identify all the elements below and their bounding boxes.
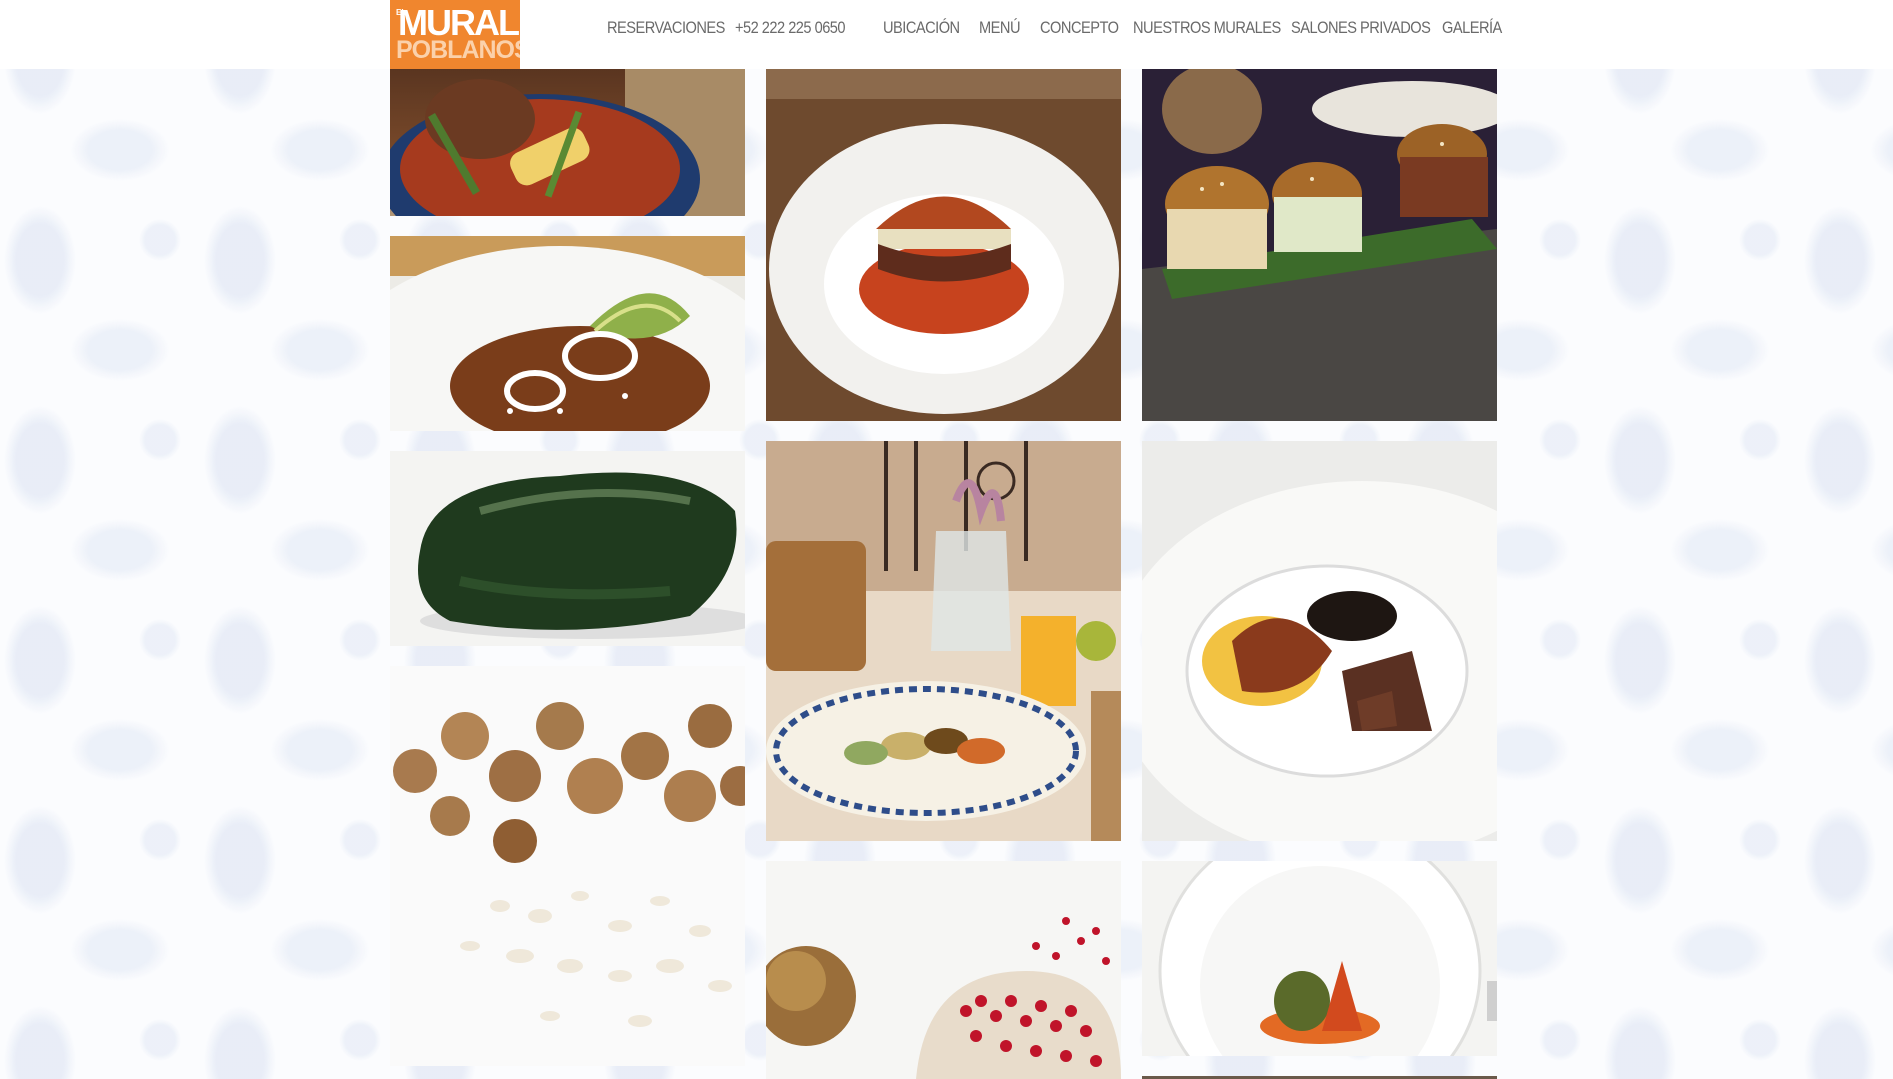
site-header: EL MURAL POBLANOS RESERVACIONES +52 222 … bbox=[0, 0, 1893, 69]
nav-salones-privados[interactable]: SALONES PRIVADOS bbox=[1291, 18, 1431, 38]
gallery-photo-walnuts[interactable] bbox=[390, 666, 745, 1066]
nav-ubicacion[interactable]: UBICACIÓN bbox=[883, 18, 960, 38]
gallery-photo-pambazo[interactable] bbox=[766, 69, 1121, 421]
nav-concepto[interactable]: CONCEPTO bbox=[1040, 18, 1119, 38]
photo-art bbox=[393, 702, 745, 1027]
gallery-photo-chilaquiles[interactable] bbox=[390, 236, 745, 431]
gallery-photo-stuffed-dish[interactable] bbox=[1142, 861, 1497, 1056]
nav-menu[interactable]: MENÚ bbox=[979, 18, 1020, 38]
gallery-photo-pomegranate[interactable] bbox=[766, 861, 1121, 1079]
nav-reservaciones[interactable]: RESERVACIONES bbox=[607, 18, 725, 38]
gallery-photo-mole-stew[interactable] bbox=[390, 69, 745, 216]
photo-art bbox=[1158, 861, 1497, 1056]
main-nav: RESERVACIONES +52 222 225 0650 UBICACIÓN… bbox=[0, 18, 1893, 44]
gallery-photo-sliders[interactable] bbox=[1142, 69, 1497, 421]
nav-phone[interactable]: +52 222 225 0650 bbox=[735, 18, 846, 38]
photo-art bbox=[390, 69, 745, 216]
nav-nuestros-murales[interactable]: NUESTROS MURALES bbox=[1133, 18, 1281, 38]
gallery-photo-eggs-beans[interactable] bbox=[1142, 441, 1497, 841]
gallery-photo-poblano-pepper[interactable] bbox=[390, 451, 745, 646]
photo-art bbox=[390, 236, 745, 431]
gallery-photo-breakfast-table[interactable] bbox=[766, 441, 1121, 841]
photo-art bbox=[766, 441, 1121, 841]
photo-art bbox=[766, 917, 1121, 1079]
photo-art bbox=[766, 69, 1121, 414]
photo-art bbox=[1142, 481, 1497, 841]
photo-art bbox=[418, 472, 745, 639]
nav-galeria[interactable]: GALERÍA bbox=[1442, 18, 1502, 38]
photo-art bbox=[1142, 69, 1497, 421]
